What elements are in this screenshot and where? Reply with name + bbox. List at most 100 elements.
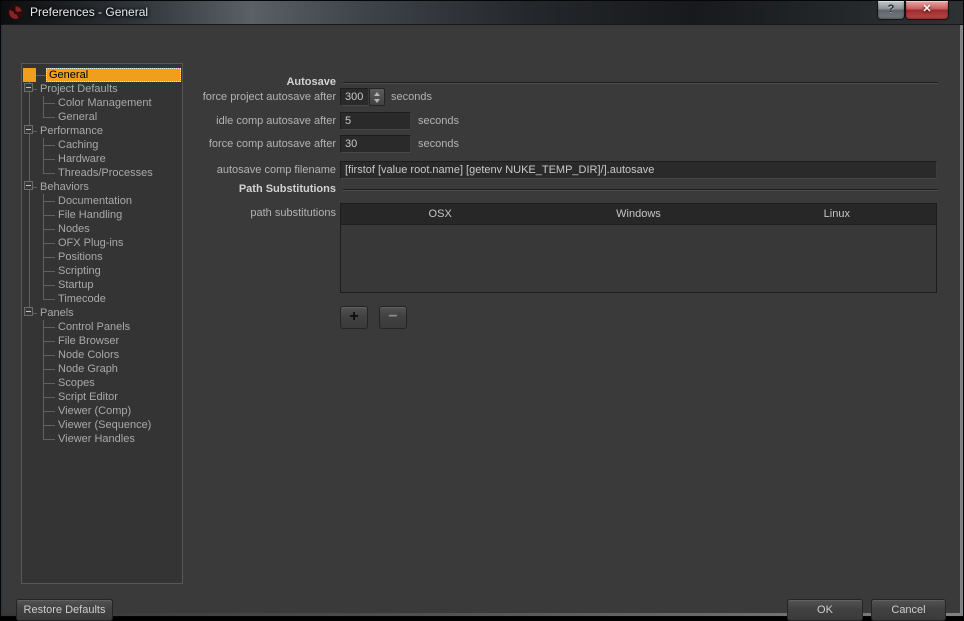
sidebar-item-label: Performance (37, 124, 107, 138)
idle-comp-autosave-label: idle comp autosave after (153, 115, 336, 127)
tree-branch-lines (23, 96, 37, 110)
sidebar-item-viewer-comp[interactable]: Viewer (Comp) (23, 404, 181, 418)
tree-branch-lines (36, 68, 46, 82)
sidebar-item-label: Threads/Processes (55, 166, 157, 180)
sidebar-item-label: Positions (55, 250, 107, 264)
sidebar-item-node-colors[interactable]: Node Colors (23, 348, 181, 362)
tree-selection-block (23, 68, 36, 82)
tree-branch-lines (23, 264, 37, 278)
sidebar-item-scripting[interactable]: Scripting (23, 264, 181, 278)
tree-branch-lines (23, 194, 37, 208)
tree-branch-lines (37, 152, 55, 166)
tree-branch-lines (37, 222, 55, 236)
tree-branch-lines (23, 236, 37, 250)
column-header-osx[interactable]: OSX (341, 204, 539, 224)
sidebar-item-positions[interactable]: Positions (23, 250, 181, 264)
collapse-toggle-icon[interactable] (24, 125, 33, 134)
spinner-up-icon[interactable] (374, 92, 380, 96)
tree-branch-lines (23, 180, 37, 194)
path-substitutions-table[interactable]: OSX Windows Linux (340, 203, 937, 293)
tree-branch-lines (37, 320, 55, 334)
sidebar-item-label: Color Management (55, 96, 156, 110)
tree-branch-lines (23, 362, 37, 376)
tree-branch-lines (37, 292, 55, 306)
collapse-toggle-icon[interactable] (24, 83, 33, 92)
sidebar-item-startup[interactable]: Startup (23, 278, 181, 292)
sidebar-item-documentation[interactable]: Documentation (23, 194, 181, 208)
close-button[interactable]: ✕ (905, 1, 949, 20)
sidebar-item-label: Hardware (55, 152, 110, 166)
tree-branch-lines (23, 334, 37, 348)
sidebar-item-label: Scopes (55, 376, 99, 390)
column-header-windows[interactable]: Windows (539, 204, 737, 224)
sidebar-item-timecode[interactable]: Timecode (23, 292, 181, 306)
window-title: Preferences - General (30, 5, 148, 19)
tree-branch-lines (23, 124, 37, 138)
help-button[interactable]: ? (877, 1, 905, 20)
tree-branch-lines (23, 250, 37, 264)
collapse-toggle-icon[interactable] (24, 307, 33, 316)
sidebar-item-label: Timecode (55, 292, 110, 306)
tree-branch-lines (37, 110, 55, 124)
tree-branch-lines (37, 194, 55, 208)
autosave-filename-label: autosave comp filename (153, 164, 336, 176)
ok-button[interactable]: OK (787, 599, 863, 621)
sidebar-item-label: Panels (37, 306, 78, 320)
sidebar-item-scopes[interactable]: Scopes (23, 376, 181, 390)
path-substitutions-label: path substitutions (153, 207, 336, 219)
sidebar-item-label: Behaviors (37, 180, 93, 194)
sidebar-item-file-browser[interactable]: File Browser (23, 334, 181, 348)
sidebar-item-viewer-handles[interactable]: Viewer Handles (23, 432, 181, 446)
sidebar-item-script-editor[interactable]: Script Editor (23, 390, 181, 404)
tree-branch-lines (37, 432, 55, 446)
sidebar-item-label: Viewer (Comp) (55, 404, 135, 418)
tree-branch-lines (23, 278, 37, 292)
tree-branch-lines (23, 82, 37, 96)
sidebar-item-label: Scripting (55, 264, 105, 278)
tree-branch-lines (23, 306, 37, 320)
tree-branch-lines (37, 376, 55, 390)
sidebar-item-nodes[interactable]: Nodes (23, 222, 181, 236)
tree-branch-lines (23, 348, 37, 362)
nuke-logo-icon (8, 5, 23, 20)
spinner-down-icon[interactable] (374, 99, 380, 103)
tree-branch-lines (37, 348, 55, 362)
column-header-linux[interactable]: Linux (738, 204, 936, 224)
tree-branch-lines (23, 320, 37, 334)
restore-defaults-button[interactable]: Restore Defaults (16, 599, 113, 621)
sidebar-item-node-graph[interactable]: Node Graph (23, 362, 181, 376)
tree-branch-lines (37, 250, 55, 264)
tree-branch-lines (23, 432, 37, 446)
title-bar[interactable]: Preferences - General ? ✕ (1, 1, 963, 25)
force-comp-autosave-input[interactable] (340, 135, 411, 153)
collapse-toggle-icon[interactable] (24, 181, 33, 190)
sidebar-item-viewer-sequence[interactable]: Viewer (Sequence) (23, 418, 181, 432)
sidebar-item-label: Startup (55, 278, 97, 292)
tree-branch-lines (23, 208, 37, 222)
autosave-filename-input[interactable] (340, 161, 937, 179)
seconds-suffix: seconds (418, 138, 459, 150)
idle-comp-autosave-input[interactable] (340, 112, 411, 130)
tree-branch-lines (37, 362, 55, 376)
spinner-control[interactable] (369, 88, 385, 106)
sidebar-item-label: File Handling (55, 208, 126, 222)
tree-branch-lines (37, 96, 55, 110)
sidebar-item-label: Caching (55, 138, 102, 152)
tree-branch-lines (37, 278, 55, 292)
sidebar-item-label: Node Graph (55, 362, 122, 376)
sidebar-item-ofx-plug-ins[interactable]: OFX Plug-ins (23, 236, 181, 250)
autosave-section-title: Autosave (153, 76, 336, 88)
sidebar-item-panels[interactable]: Panels (23, 306, 181, 320)
remove-row-button[interactable]: − (379, 306, 407, 329)
tree-branch-lines (23, 166, 37, 180)
sidebar-item-control-panels[interactable]: Control Panels (23, 320, 181, 334)
sidebar-item-label: Script Editor (55, 390, 122, 404)
sidebar-item-label: Control Panels (55, 320, 134, 334)
tree-branch-lines (23, 110, 37, 124)
force-project-autosave-label: force project autosave after (153, 91, 336, 103)
tree-branch-lines (37, 208, 55, 222)
sidebar-item-label: Node Colors (55, 348, 123, 362)
cancel-button[interactable]: Cancel (871, 599, 946, 621)
add-row-button[interactable]: + (340, 306, 368, 329)
force-project-autosave-input[interactable] (340, 88, 369, 106)
